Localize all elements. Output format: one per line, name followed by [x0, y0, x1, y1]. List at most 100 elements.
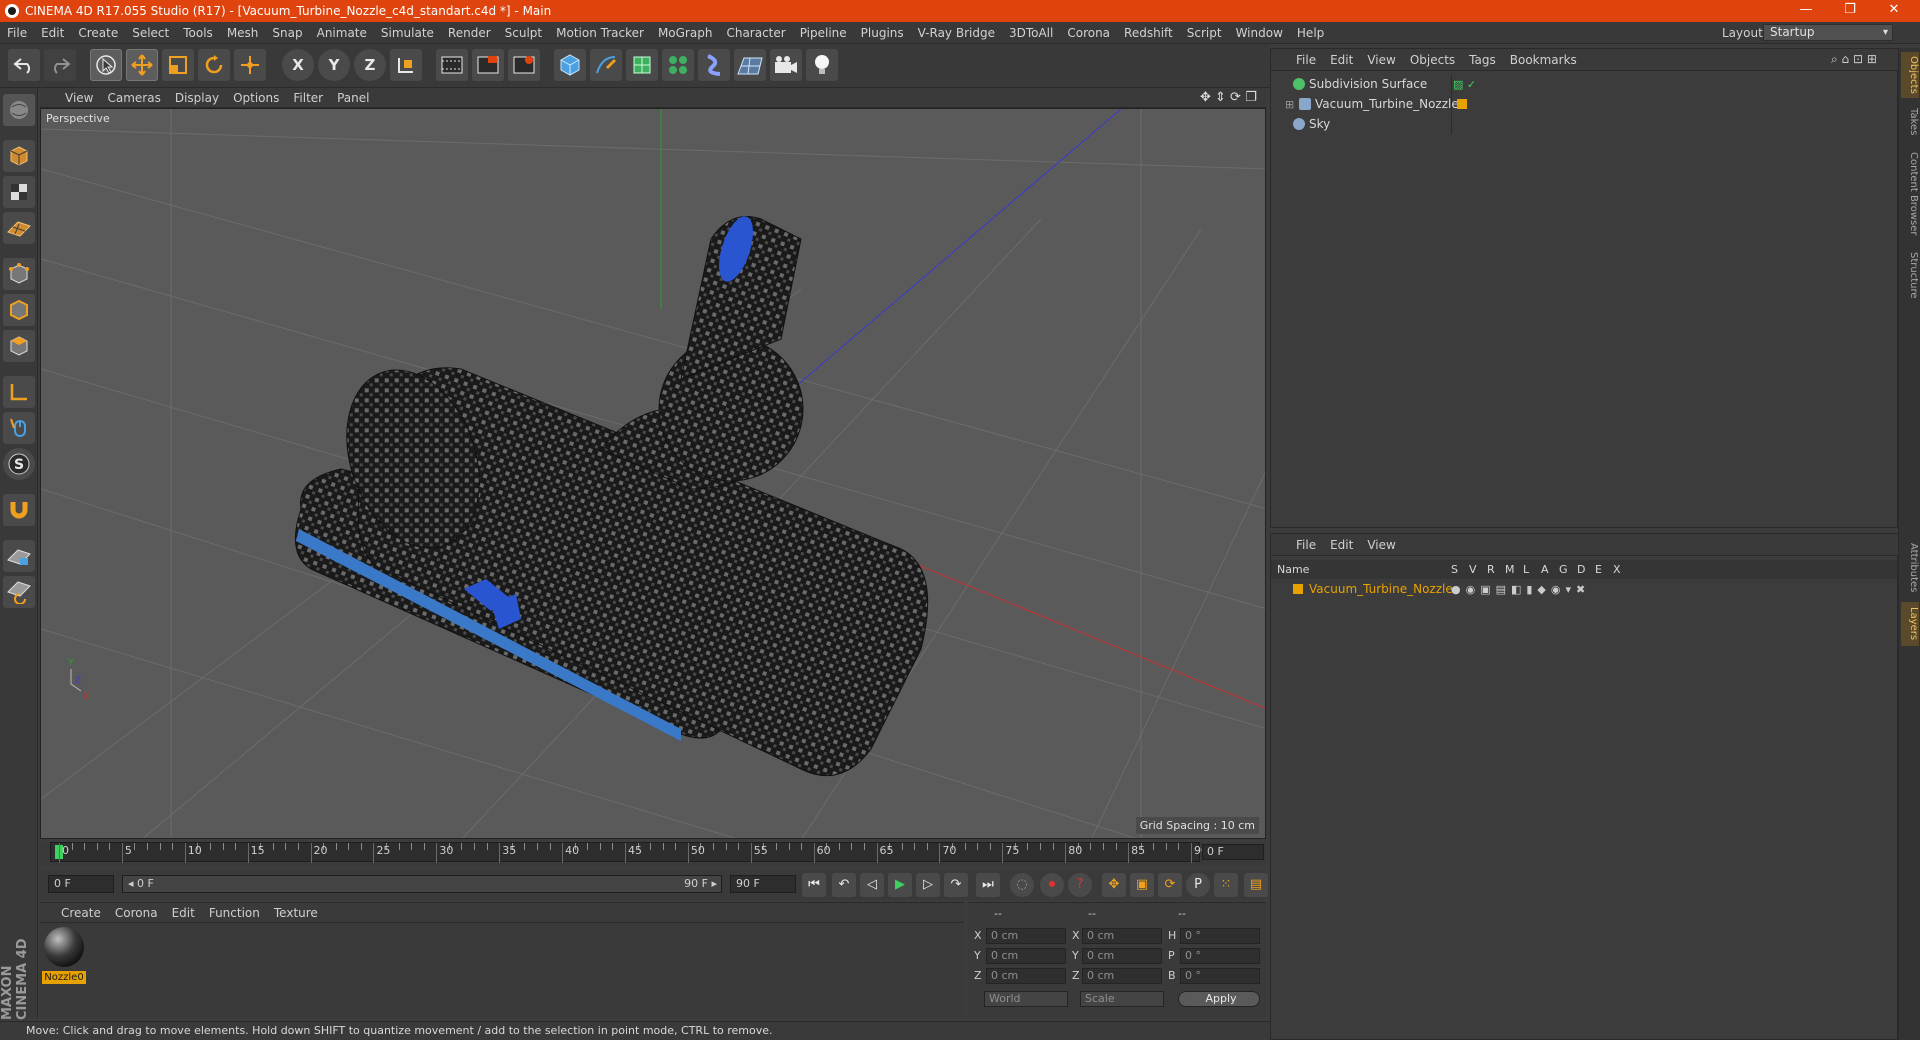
- material-menu-create[interactable]: Create: [54, 906, 108, 920]
- solo-icon[interactable]: S: [3, 448, 35, 480]
- viewport-menu-panel[interactable]: Panel: [330, 91, 376, 105]
- key-parameter-icon[interactable]: P: [1186, 873, 1210, 897]
- deformer-icon[interactable]: [698, 49, 730, 81]
- next-frame-icon[interactable]: ▷: [916, 873, 940, 897]
- viewport-nav-icons[interactable]: ✥ ⇕ ⟳ ❐: [1200, 90, 1260, 106]
- menu-edit[interactable]: Edit: [34, 26, 71, 40]
- viewport-menu-options[interactable]: Options: [226, 91, 286, 105]
- preview-range-slider[interactable]: ◂ 0 F 90 F ▸: [122, 875, 722, 893]
- cloner-icon[interactable]: [662, 49, 694, 81]
- live-select-icon[interactable]: [90, 49, 122, 81]
- coordinate-mode-dropdown[interactable]: World: [984, 991, 1068, 1007]
- menu-pipeline[interactable]: Pipeline: [793, 26, 854, 40]
- current-frame-field[interactable]: 0 F: [1202, 844, 1264, 860]
- autokey-icon[interactable]: ?: [1068, 873, 1092, 897]
- timeline-window-icon[interactable]: ▤: [1244, 873, 1268, 897]
- objects-menu-view[interactable]: View: [1360, 53, 1402, 67]
- menu-file[interactable]: File: [0, 26, 34, 40]
- menu-snap[interactable]: Snap: [265, 26, 309, 40]
- cube-icon[interactable]: [554, 49, 586, 81]
- camera-icon[interactable]: [770, 49, 802, 81]
- menu-motion-tracker[interactable]: Motion Tracker: [549, 26, 651, 40]
- layers-menu-view[interactable]: View: [1360, 538, 1402, 552]
- menu-plugins[interactable]: Plugins: [854, 26, 911, 40]
- material-preview-swatch[interactable]: [44, 927, 84, 967]
- layer-toggle-icons[interactable]: ●◉▣▤◧▮◆◉▾✖: [1451, 580, 1590, 599]
- z-axis-icon[interactable]: Z: [354, 49, 386, 81]
- texture-mode-icon[interactable]: [3, 176, 35, 208]
- workplane-icon[interactable]: [3, 212, 35, 244]
- menu-sculpt[interactable]: Sculpt: [498, 26, 549, 40]
- go-to-start-icon[interactable]: ⏮: [802, 873, 826, 897]
- pen-icon[interactable]: [590, 49, 622, 81]
- tab-takes[interactable]: Takes: [1901, 102, 1919, 142]
- points-mode-icon[interactable]: [3, 258, 35, 290]
- objects-menu-file[interactable]: File: [1289, 53, 1323, 67]
- rotation-b-field[interactable]: 0 °: [1180, 968, 1260, 984]
- render-settings-icon[interactable]: [508, 49, 540, 81]
- viewport-menu-display[interactable]: Display: [168, 91, 226, 105]
- y-axis-icon[interactable]: Y: [318, 49, 350, 81]
- objects-menu-tags[interactable]: Tags: [1462, 53, 1503, 67]
- coordinate-system-icon[interactable]: [390, 49, 422, 81]
- object-manager-tool-icons[interactable]: ⌕ ⌂ ⊡ ⊞: [1831, 52, 1877, 67]
- close-button[interactable]: ✕: [1872, 0, 1916, 22]
- rotate-icon[interactable]: [198, 49, 230, 81]
- viewport-menu-cameras[interactable]: Cameras: [100, 91, 167, 105]
- menu-mesh[interactable]: Mesh: [220, 26, 266, 40]
- material-menu-texture[interactable]: Texture: [267, 906, 325, 920]
- rotation-h-field[interactable]: 0 °: [1180, 928, 1260, 944]
- viewport-menu-view[interactable]: View: [58, 91, 100, 105]
- start-frame-field[interactable]: 0 F: [48, 875, 114, 893]
- undo-icon[interactable]: [8, 49, 40, 81]
- key-point-level-icon[interactable]: ⁙: [1214, 873, 1238, 897]
- position-z-field[interactable]: 0 cm: [986, 968, 1066, 984]
- motion-record-icon[interactable]: ◌: [1010, 873, 1034, 897]
- move-icon[interactable]: [126, 49, 158, 81]
- menu-window[interactable]: Window: [1229, 26, 1290, 40]
- size-x-field[interactable]: 0 cm: [1082, 928, 1162, 944]
- grid-snap-icon[interactable]: [3, 576, 35, 608]
- object-row[interactable]: ⊞ Vacuum_Turbine_Nozzle: [1271, 95, 1897, 114]
- menu-mograph[interactable]: MoGraph: [651, 26, 720, 40]
- objects-menu-objects[interactable]: Objects: [1403, 53, 1462, 67]
- snap-icon[interactable]: [3, 494, 35, 526]
- lock-workplane-icon[interactable]: [3, 540, 35, 572]
- floor-icon[interactable]: [734, 49, 766, 81]
- tab-attributes[interactable]: Attributes: [1901, 538, 1919, 598]
- menu-script[interactable]: Script: [1180, 26, 1229, 40]
- tab-layers[interactable]: Layers: [1901, 602, 1919, 646]
- layout-dropdown[interactable]: Startup: [1763, 24, 1893, 41]
- subdivision-icon[interactable]: [626, 49, 658, 81]
- vacuum-nozzle-model[interactable]: [294, 212, 929, 777]
- material-menu-corona[interactable]: Corona: [108, 906, 165, 920]
- light-icon[interactable]: [806, 49, 838, 81]
- menu-vray-bridge[interactable]: V-Ray Bridge: [911, 26, 1002, 40]
- x-axis-icon[interactable]: X: [282, 49, 314, 81]
- maximize-button[interactable]: ❐: [1828, 0, 1872, 22]
- model-mode-icon[interactable]: [3, 94, 35, 126]
- menu-simulate[interactable]: Simulate: [374, 26, 441, 40]
- key-position-icon[interactable]: ✥: [1102, 873, 1126, 897]
- size-z-field[interactable]: 0 cm: [1082, 968, 1162, 984]
- tab-objects[interactable]: Objects: [1901, 52, 1919, 98]
- material-name-label[interactable]: Nozzle0: [42, 971, 86, 984]
- object-row[interactable]: Subdivision Surface ▨ ✓: [1271, 75, 1897, 94]
- layers-menu-file[interactable]: File: [1289, 538, 1323, 552]
- menu-redshift[interactable]: Redshift: [1117, 26, 1180, 40]
- menu-character[interactable]: Character: [719, 26, 792, 40]
- timeline-ruler[interactable]: 0 5 10 15 20 25 30 35 40 45 50 55 60 65 70 75 80 85 90: [50, 842, 1208, 863]
- edges-mode-icon[interactable]: [3, 294, 35, 326]
- size-mode-dropdown[interactable]: Scale: [1080, 991, 1164, 1007]
- key-rotation-icon[interactable]: ⟳: [1158, 873, 1182, 897]
- menu-help[interactable]: Help: [1290, 26, 1331, 40]
- menu-3dtoall[interactable]: 3DToAll: [1002, 26, 1060, 40]
- scale-icon[interactable]: [162, 49, 194, 81]
- menu-animate[interactable]: Animate: [310, 26, 374, 40]
- objects-menu-edit[interactable]: Edit: [1323, 53, 1360, 67]
- tab-structure[interactable]: Structure: [1901, 246, 1919, 304]
- menu-tools[interactable]: Tools: [176, 26, 220, 40]
- menu-corona[interactable]: Corona: [1060, 26, 1117, 40]
- polygons-mode-icon[interactable]: [3, 330, 35, 362]
- objects-menu-bookmarks[interactable]: Bookmarks: [1503, 53, 1584, 67]
